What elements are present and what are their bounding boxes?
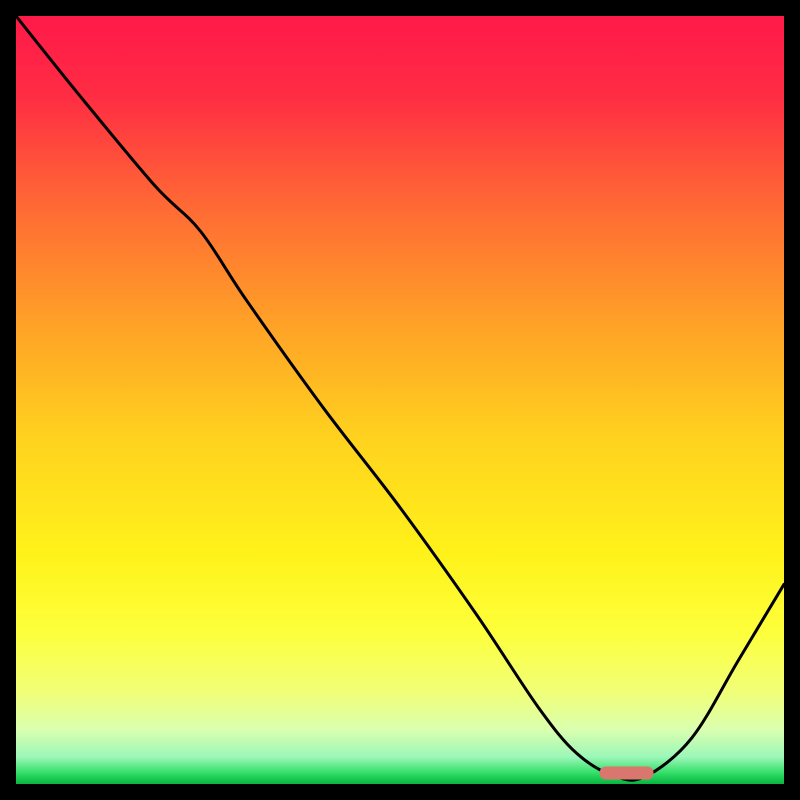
optimal-range-marker	[600, 767, 654, 780]
chart-frame: TheBottleneck.com	[16, 16, 784, 784]
chart-background	[16, 16, 784, 784]
bottleneck-chart	[16, 16, 784, 784]
